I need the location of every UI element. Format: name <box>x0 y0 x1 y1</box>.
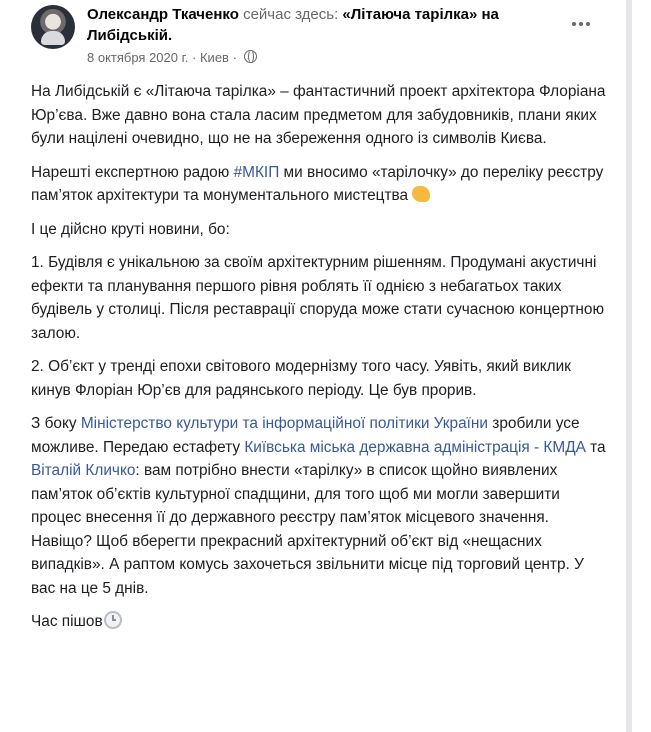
more-options-icon[interactable] <box>565 14 597 34</box>
meta-separator: · <box>192 50 197 65</box>
paragraph-7: Час пішов <box>31 610 611 634</box>
ministry-culture-link[interactable]: Міністерство культури та інформаційної п… <box>81 415 488 432</box>
facebook-post: Олександр Ткаченко сейчас здесь: «Літаюч… <box>0 0 651 732</box>
paragraph-1: На Либідській є «Літаюча тарілка» – фант… <box>31 83 606 147</box>
author-name[interactable]: Олександр Ткаченко <box>87 6 239 23</box>
paragraph-6: З боку Міністерство культури та інформац… <box>31 415 606 597</box>
meta-separator-2: · <box>232 50 237 65</box>
post-date-link[interactable]: 8 октября 2020 г. <box>87 50 188 65</box>
vitali-klitschko-link[interactable]: Віталій Кличко <box>31 462 135 479</box>
clock-emoji-icon <box>103 611 122 629</box>
flexed-biceps-emoji-icon <box>412 186 431 202</box>
author-avatar[interactable] <box>31 5 75 49</box>
post-body: На Либідській є «Літаюча тарілка» – фант… <box>31 80 611 644</box>
paragraph-4: 1. Будівля є унікальною за своїм архітек… <box>31 254 604 342</box>
paragraph-2: Нарешті експертною радою #МКІП ми вносим… <box>31 163 604 205</box>
post-meta: 8 октября 2020 г. · Киев · <box>87 50 257 66</box>
hashtag-mkip-link[interactable]: #МКІП <box>234 164 280 181</box>
paragraph-3: І це дійсно круті новини, бо: <box>31 220 230 238</box>
kmda-link[interactable]: Київська міська державна адміністрація -… <box>244 439 586 456</box>
public-globe-icon <box>243 50 257 63</box>
post-location-link[interactable]: Киев <box>200 50 229 65</box>
vertical-scrollbar[interactable] <box>626 0 632 732</box>
post-header: Олександр Ткаченко сейчас здесь: «Літаюч… <box>87 4 567 46</box>
paragraph-5: 2. Об’єкт у тренді епохи світового модер… <box>31 358 571 399</box>
checkin-status-text: сейчас здесь: <box>243 6 339 23</box>
